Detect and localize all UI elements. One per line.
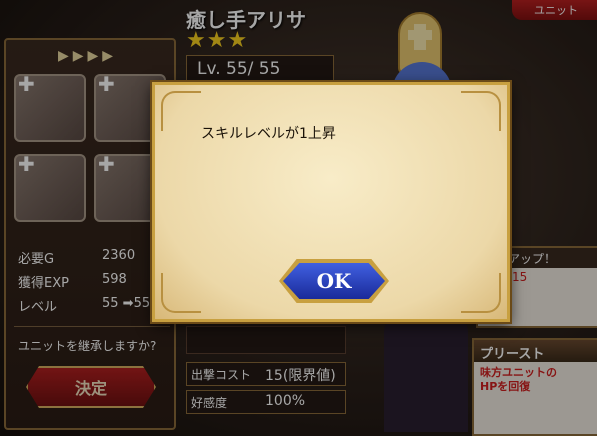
skill-level-dialog: スキルレベルが1上昇 OK: [152, 82, 510, 322]
game-screen: ユニット 癒し手アリサ ★★★ Lv. 55/ 55 ▶▶▶▶ ✚ ✚ ✚ ✚ …: [0, 0, 597, 436]
ok-button-label: OK: [283, 263, 385, 299]
ornament-corner: [161, 91, 201, 131]
ok-button[interactable]: OK: [279, 259, 389, 303]
ornament-corner: [161, 273, 201, 313]
ornament-corner: [461, 91, 501, 131]
dialog-message: スキルレベルが1上昇: [201, 126, 336, 142]
ornament-corner: [461, 273, 501, 313]
